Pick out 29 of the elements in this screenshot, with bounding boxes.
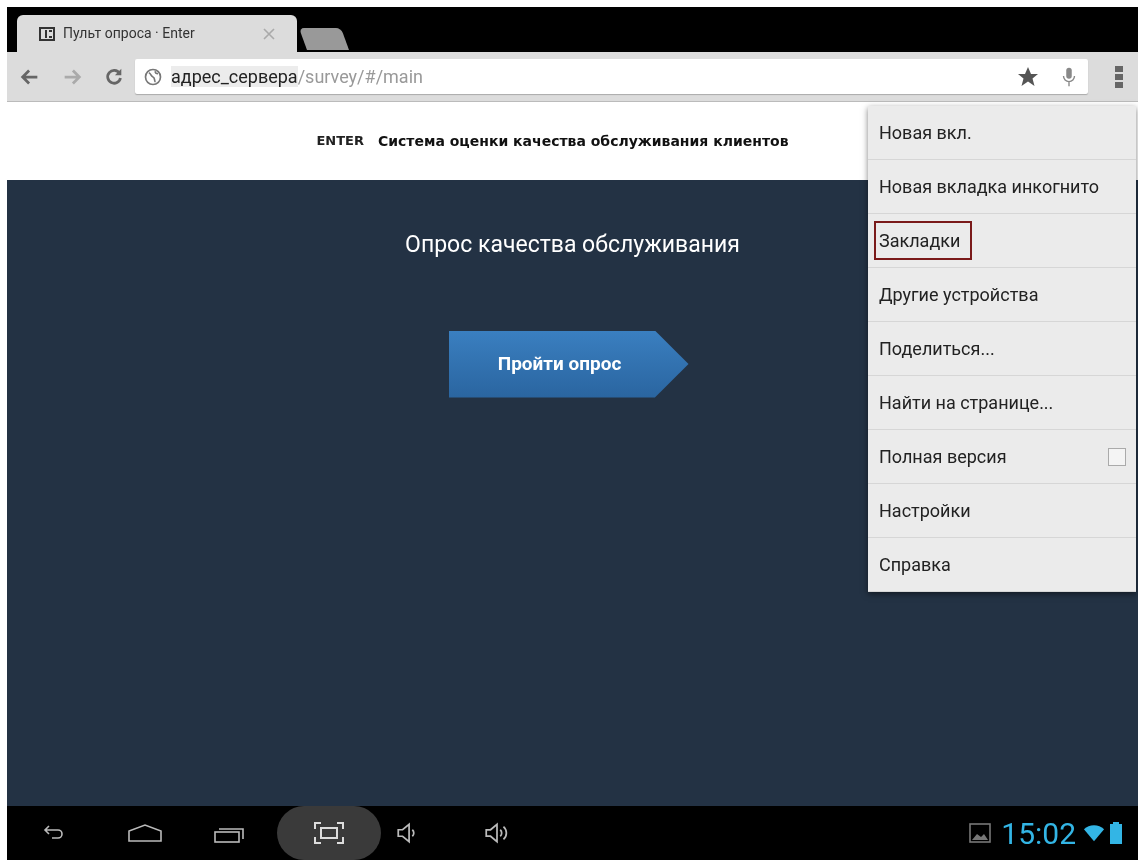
page-title: Опрос качества обслуживания	[405, 230, 740, 260]
home-icon[interactable]	[127, 821, 163, 845]
menu-item[interactable]: Новая вкл.	[868, 106, 1136, 160]
site-header: Система оценки качества обслуживания клиентов	[378, 131, 789, 151]
menu-item[interactable]: Поделиться...	[868, 322, 1136, 376]
menu-item[interactable]: Найти на странице...	[868, 376, 1136, 430]
menu-item[interactable]: Новая вкладка инкогнито	[868, 160, 1136, 214]
checkbox[interactable]	[1108, 447, 1126, 466]
address-bar[interactable]: адрес_сервера/survey/#/main	[135, 59, 1088, 94]
gallery-icon	[969, 823, 992, 843]
menu-item[interactable]: Другие устройства	[868, 268, 1136, 322]
new-tab-button[interactable]	[299, 28, 349, 50]
start-survey-button[interactable]: Пройти опрос	[448, 330, 689, 398]
wifi-icon	[1082, 822, 1106, 844]
clock: 15:02	[1001, 814, 1076, 853]
menu-icon[interactable]	[1114, 64, 1124, 89]
tab-title: Пульт опроса · Enter	[63, 24, 195, 43]
menu-item[interactable]: Полная версия	[868, 430, 1136, 484]
browser-tab[interactable]: Пульт опроса · Enter	[17, 15, 297, 52]
menu-item[interactable]: Справка	[868, 538, 1136, 592]
screenshot-button[interactable]	[277, 806, 381, 860]
favicon-icon	[39, 26, 55, 41]
menu-item[interactable]: Закладки	[868, 214, 1136, 268]
battery-icon	[1110, 821, 1122, 845]
url-text: адрес_сервера/survey/#/main	[171, 65, 423, 89]
logo: ENTER	[316, 132, 364, 151]
menu-item[interactable]: Настройки	[868, 484, 1136, 538]
globe-icon	[143, 66, 163, 87]
screenshot-icon	[313, 821, 345, 845]
